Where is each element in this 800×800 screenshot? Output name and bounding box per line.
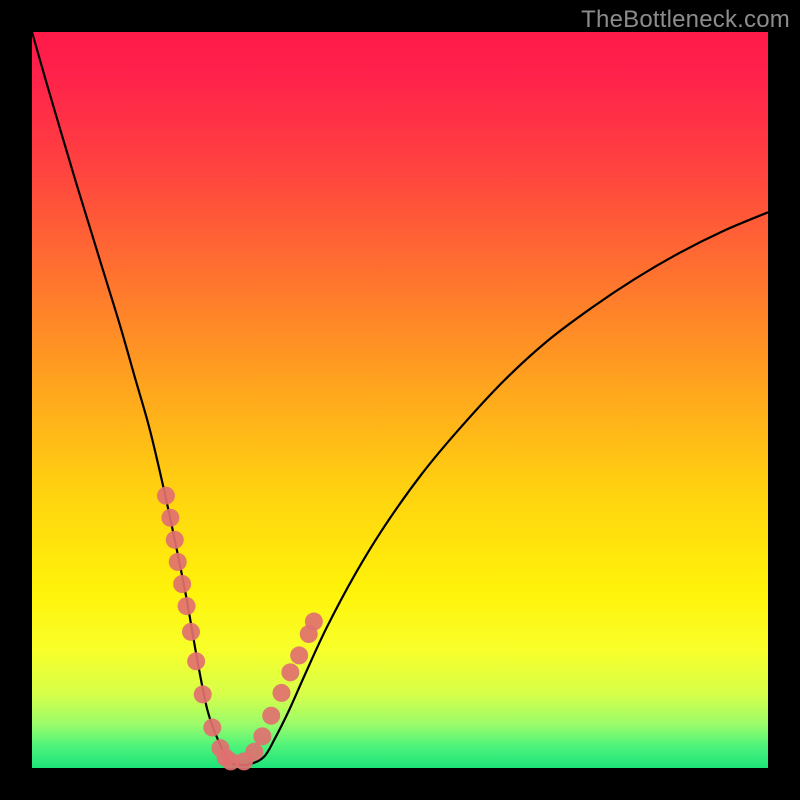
curve-markers xyxy=(157,487,323,771)
marker-dot xyxy=(161,509,179,527)
marker-dot xyxy=(253,727,271,745)
marker-dot xyxy=(157,487,175,505)
chart-frame: TheBottleneck.com xyxy=(0,0,800,800)
chart-svg xyxy=(32,32,768,768)
marker-dot xyxy=(273,684,291,702)
marker-dot xyxy=(173,575,191,593)
marker-dot xyxy=(262,707,280,725)
marker-dot xyxy=(166,531,184,549)
marker-dot xyxy=(203,719,221,737)
bottleneck-curve xyxy=(32,32,768,765)
marker-dot xyxy=(178,597,196,615)
marker-dot xyxy=(194,685,212,703)
marker-dot xyxy=(169,553,187,571)
watermark-text: TheBottleneck.com xyxy=(581,6,790,34)
marker-dot xyxy=(290,646,308,664)
marker-dot xyxy=(281,663,299,681)
plot-area xyxy=(32,32,768,768)
marker-dot xyxy=(182,623,200,641)
marker-dot xyxy=(245,743,263,761)
marker-dot xyxy=(305,613,323,631)
marker-dot xyxy=(187,652,205,670)
